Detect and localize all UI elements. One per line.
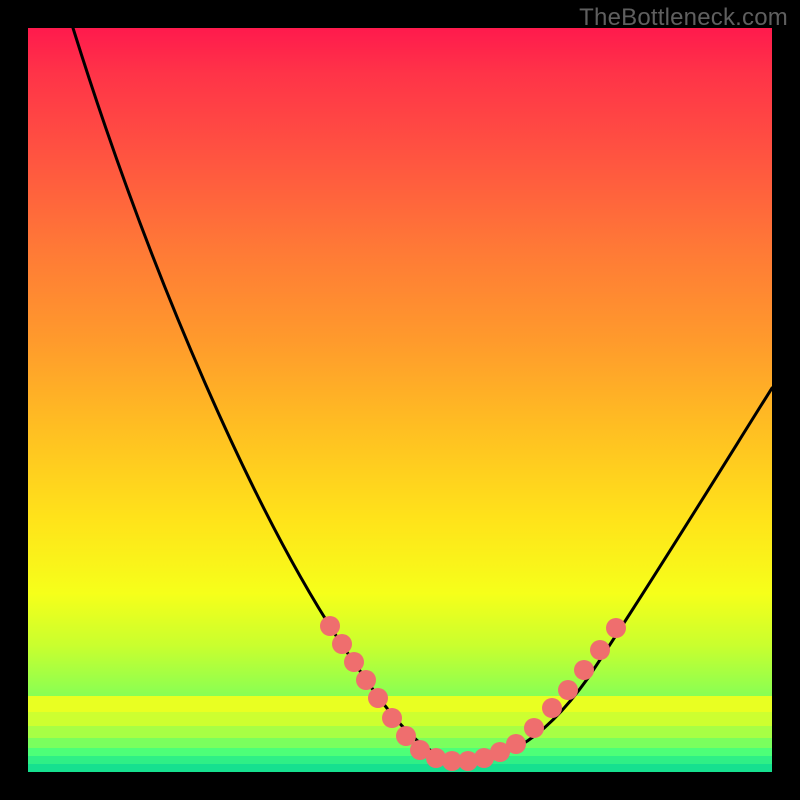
right-wall-dots [524, 618, 626, 738]
bottleneck-curve-svg [28, 28, 772, 772]
trough-dots [410, 734, 526, 771]
curve-path [73, 28, 772, 760]
chart-frame: TheBottleneck.com [0, 0, 800, 800]
plot-area [28, 28, 772, 772]
